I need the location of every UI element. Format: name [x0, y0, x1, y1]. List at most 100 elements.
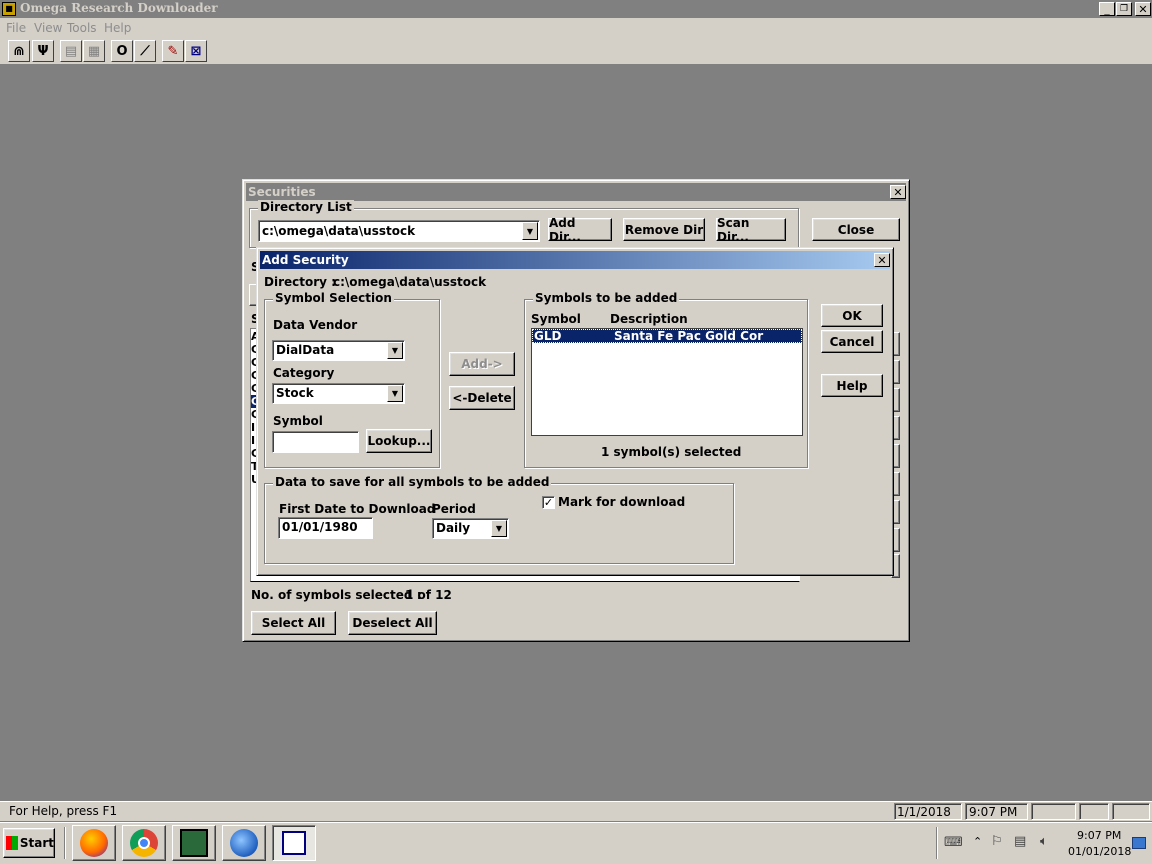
- first-date-input[interactable]: 01/01/1980: [278, 517, 373, 539]
- status-pane-4: [1079, 803, 1109, 820]
- save-icon[interactable]: ▤: [60, 40, 82, 62]
- network-icon[interactable]: ▤: [1014, 834, 1026, 849]
- row-description: Santa Fe Pac Gold Cor: [614, 329, 764, 343]
- first-date-label: First Date to Download: [279, 502, 436, 516]
- app-title-bar: ■ Omega Research Downloader _ ❐ ✕: [0, 0, 1152, 18]
- menu-help[interactable]: Help: [104, 21, 131, 35]
- status-date-pane: 1/1/2018: [894, 803, 962, 820]
- tray-divider: [936, 827, 938, 859]
- select-all-button[interactable]: Select All: [251, 611, 336, 635]
- status-date: 1/1/2018: [897, 805, 951, 819]
- add-security-close-icon[interactable]: ✕: [874, 253, 890, 267]
- lookup-button[interactable]: Lookup...: [366, 429, 432, 453]
- symbol-input[interactable]: [272, 431, 359, 453]
- chevron-down-icon[interactable]: ▼: [522, 222, 538, 240]
- chrome-icon[interactable]: [122, 825, 166, 861]
- remove-dir-button[interactable]: Remove Dir: [623, 218, 705, 241]
- symbol-label: Symbol: [273, 414, 323, 428]
- grid-icon[interactable]: ⊠: [185, 40, 207, 62]
- keyboard-icon[interactable]: ⌨: [944, 835, 963, 850]
- show-desktop-icon[interactable]: [1132, 837, 1146, 849]
- symbols-selected-text: 1 symbol(s) selected: [601, 445, 742, 459]
- add-security-dialog: Add Security ✕ Directory : c:\omega\data…: [256, 247, 894, 576]
- column-header-description: Description: [610, 312, 688, 326]
- table-row[interactable]: GLD Santa Fe Pac Gold Cor: [532, 329, 802, 343]
- column-header-symbol: Symbol: [531, 312, 581, 326]
- menu-file[interactable]: File: [6, 21, 26, 35]
- directory-combo-value: c:\omega\data\usstock: [262, 224, 416, 238]
- status-bar: For Help, press F1 1/1/2018 9:07 PM: [0, 801, 1152, 821]
- app-logo-icon: ■: [2, 2, 16, 16]
- flag-icon[interactable]: ⚐: [991, 834, 1003, 849]
- magnet-icon[interactable]: ⋒: [8, 40, 30, 62]
- securities-title-bar: Securities ✕: [246, 183, 906, 201]
- checkmark-icon: ✓: [543, 496, 554, 509]
- deselect-all-button[interactable]: Deselect All: [348, 611, 437, 635]
- chevron-up-icon[interactable]: ⌃: [973, 835, 982, 848]
- calculator-icon[interactable]: [172, 825, 216, 861]
- status-help-text: For Help, press F1: [9, 804, 118, 818]
- minimize-button[interactable]: _: [1099, 2, 1115, 16]
- add-dir-button[interactable]: Add Dir...: [548, 216, 612, 244]
- filter-icon[interactable]: Ψ: [32, 40, 54, 62]
- restore-button[interactable]: ❐: [1116, 2, 1132, 16]
- close-app-button[interactable]: ✕: [1135, 2, 1151, 16]
- directory-value: c:\omega\data\usstock: [333, 275, 487, 289]
- chevron-down-icon[interactable]: ▼: [387, 342, 403, 359]
- start-label: Start: [19, 836, 54, 850]
- cancel-button[interactable]: Cancel: [821, 330, 883, 353]
- period-label: Period: [432, 502, 476, 516]
- clock-time[interactable]: 9:07 PM: [1077, 829, 1121, 842]
- close-button[interactable]: Close: [812, 218, 900, 241]
- tools-icon[interactable]: ✎: [162, 40, 184, 62]
- status-pane-3: [1031, 803, 1076, 820]
- category-value: Stock: [276, 386, 314, 400]
- directory-list-label: Directory List: [258, 200, 354, 214]
- period-select[interactable]: Daily ▼: [432, 518, 509, 539]
- circle-icon[interactable]: O: [111, 40, 133, 62]
- delete-button[interactable]: <-Delete: [449, 386, 515, 410]
- menu-bar: File View Tools Help: [0, 18, 1152, 36]
- securities-title: Securities: [248, 185, 316, 199]
- add-security-title: Add Security: [262, 253, 349, 267]
- mark-download-label: Mark for download: [558, 495, 686, 509]
- status-time-pane: 9:07 PM: [965, 803, 1028, 820]
- omega-task-icon[interactable]: [272, 825, 316, 861]
- thunderbird-icon[interactable]: [222, 825, 266, 861]
- chevron-down-icon[interactable]: ▼: [491, 520, 507, 537]
- directory-combo[interactable]: c:\omega\data\usstock ▼: [258, 220, 540, 242]
- start-button[interactable]: Start: [3, 828, 55, 858]
- volume-icon[interactable]: 🔈︎: [1040, 834, 1048, 849]
- add-security-title-bar: Add Security ✕: [260, 251, 890, 269]
- taskbar: Start ⌨ ⌃ ⚐ ▤ 🔈︎ 9:07 PM 01/01/2018: [0, 822, 1152, 864]
- category-select[interactable]: Stock ▼: [272, 383, 405, 404]
- symbols-list[interactable]: GLD Santa Fe Pac Gold Cor: [531, 328, 803, 436]
- category-label: Category: [273, 366, 335, 380]
- help-button[interactable]: Help: [821, 374, 883, 397]
- scan-dir-button[interactable]: Scan Dir...: [716, 216, 786, 244]
- mark-download-checkbox[interactable]: ✓: [542, 496, 555, 509]
- menu-tools[interactable]: Tools: [67, 21, 97, 35]
- clock-date[interactable]: 01/01/2018: [1068, 845, 1131, 858]
- link-icon[interactable]: ⟋: [134, 40, 156, 62]
- status-pane-5: [1112, 803, 1150, 820]
- status-time: 9:07 PM: [969, 805, 1018, 819]
- data-vendor-value: DialData: [276, 343, 335, 357]
- row-symbol: GLD: [534, 329, 562, 343]
- print-icon[interactable]: ▦: [83, 40, 105, 62]
- taskbar-divider: [64, 827, 66, 859]
- add-button[interactable]: Add->: [449, 352, 515, 376]
- period-value: Daily: [436, 521, 471, 535]
- menu-view[interactable]: View: [34, 21, 62, 35]
- data-vendor-label: Data Vendor: [273, 318, 358, 332]
- symbols-to-add-label: Symbols to be added: [533, 291, 680, 305]
- symbol-selection-label: Symbol Selection: [273, 291, 394, 305]
- ok-button[interactable]: OK: [821, 304, 883, 327]
- chevron-down-icon[interactable]: ▼: [387, 385, 403, 402]
- securities-close-icon[interactable]: ✕: [890, 185, 906, 199]
- symbols-selected-label: No. of symbols selected :: [251, 588, 422, 602]
- app-title: Omega Research Downloader: [20, 1, 218, 15]
- data-vendor-select[interactable]: DialData ▼: [272, 340, 405, 361]
- windows-logo-icon: [6, 836, 18, 850]
- firefox-icon[interactable]: [72, 825, 116, 861]
